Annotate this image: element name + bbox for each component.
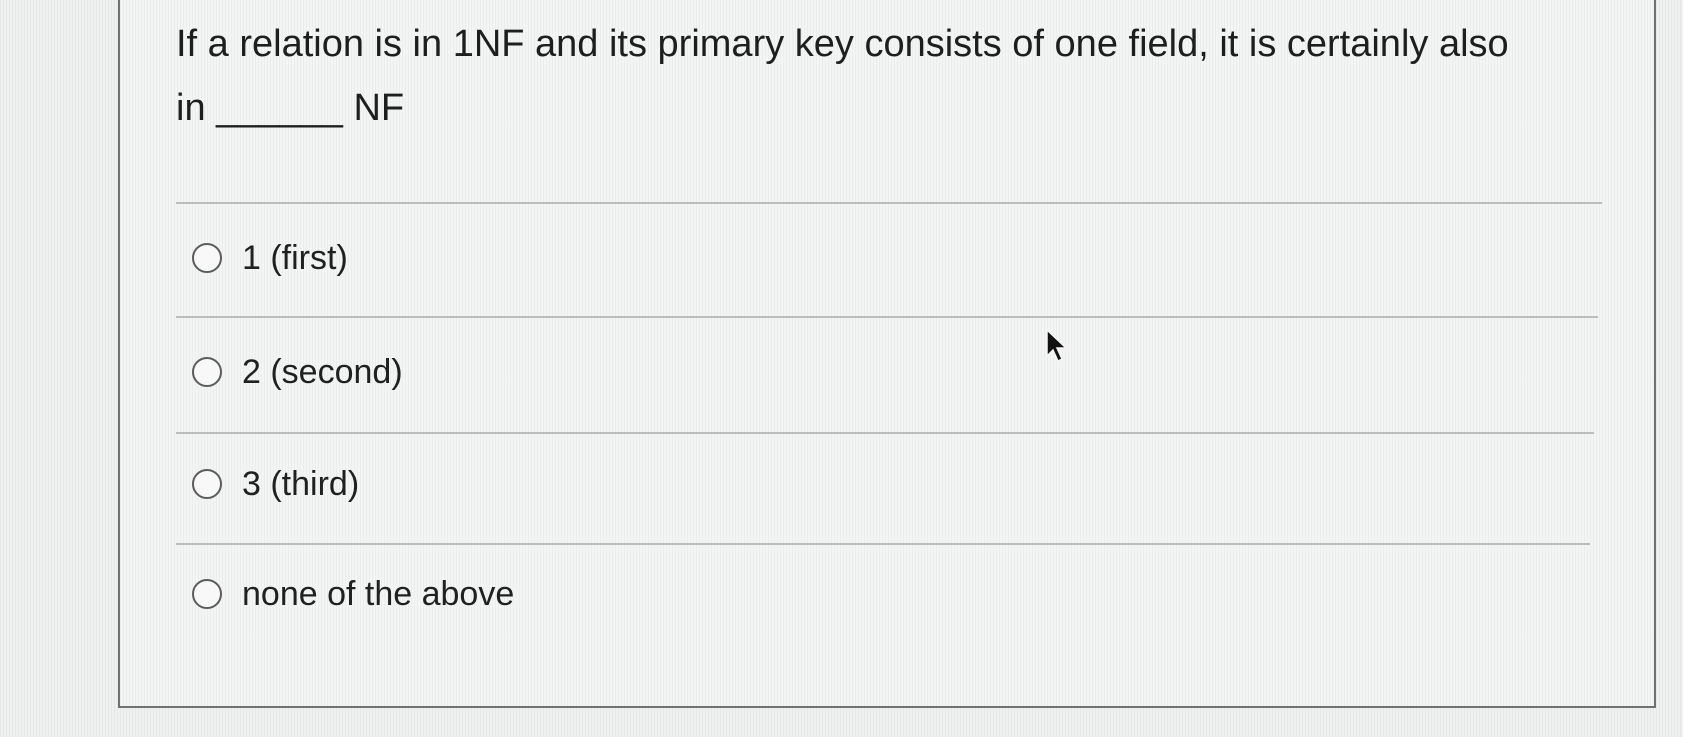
answer-option-1[interactable]: 1 (first): [192, 234, 348, 282]
answer-option-4[interactable]: none of the above: [192, 570, 514, 618]
divider: [176, 432, 1594, 434]
answer-option-label: 1 (first): [242, 238, 348, 277]
divider: [176, 202, 1602, 204]
answer-option-2[interactable]: 2 (second): [192, 348, 403, 396]
screen-background: If a relation is in 1NF and its primary …: [0, 0, 1683, 737]
divider: [176, 316, 1598, 318]
question-text: If a relation is in 1NF and its primary …: [176, 23, 1509, 129]
answer-option-label: 3 (third): [242, 464, 360, 503]
divider: [176, 543, 1590, 545]
question-card: If a relation is in 1NF and its primary …: [118, 0, 1656, 708]
radio-button-icon[interactable]: [192, 243, 222, 273]
mouse-pointer-icon: [1046, 328, 1068, 363]
answer-option-label: 2 (second): [242, 352, 403, 391]
radio-button-icon[interactable]: [192, 357, 222, 387]
answer-option-3[interactable]: 3 (third): [192, 460, 359, 508]
answer-option-label: none of the above: [242, 574, 515, 613]
radio-button-icon[interactable]: [192, 469, 222, 499]
radio-button-icon[interactable]: [192, 579, 222, 609]
